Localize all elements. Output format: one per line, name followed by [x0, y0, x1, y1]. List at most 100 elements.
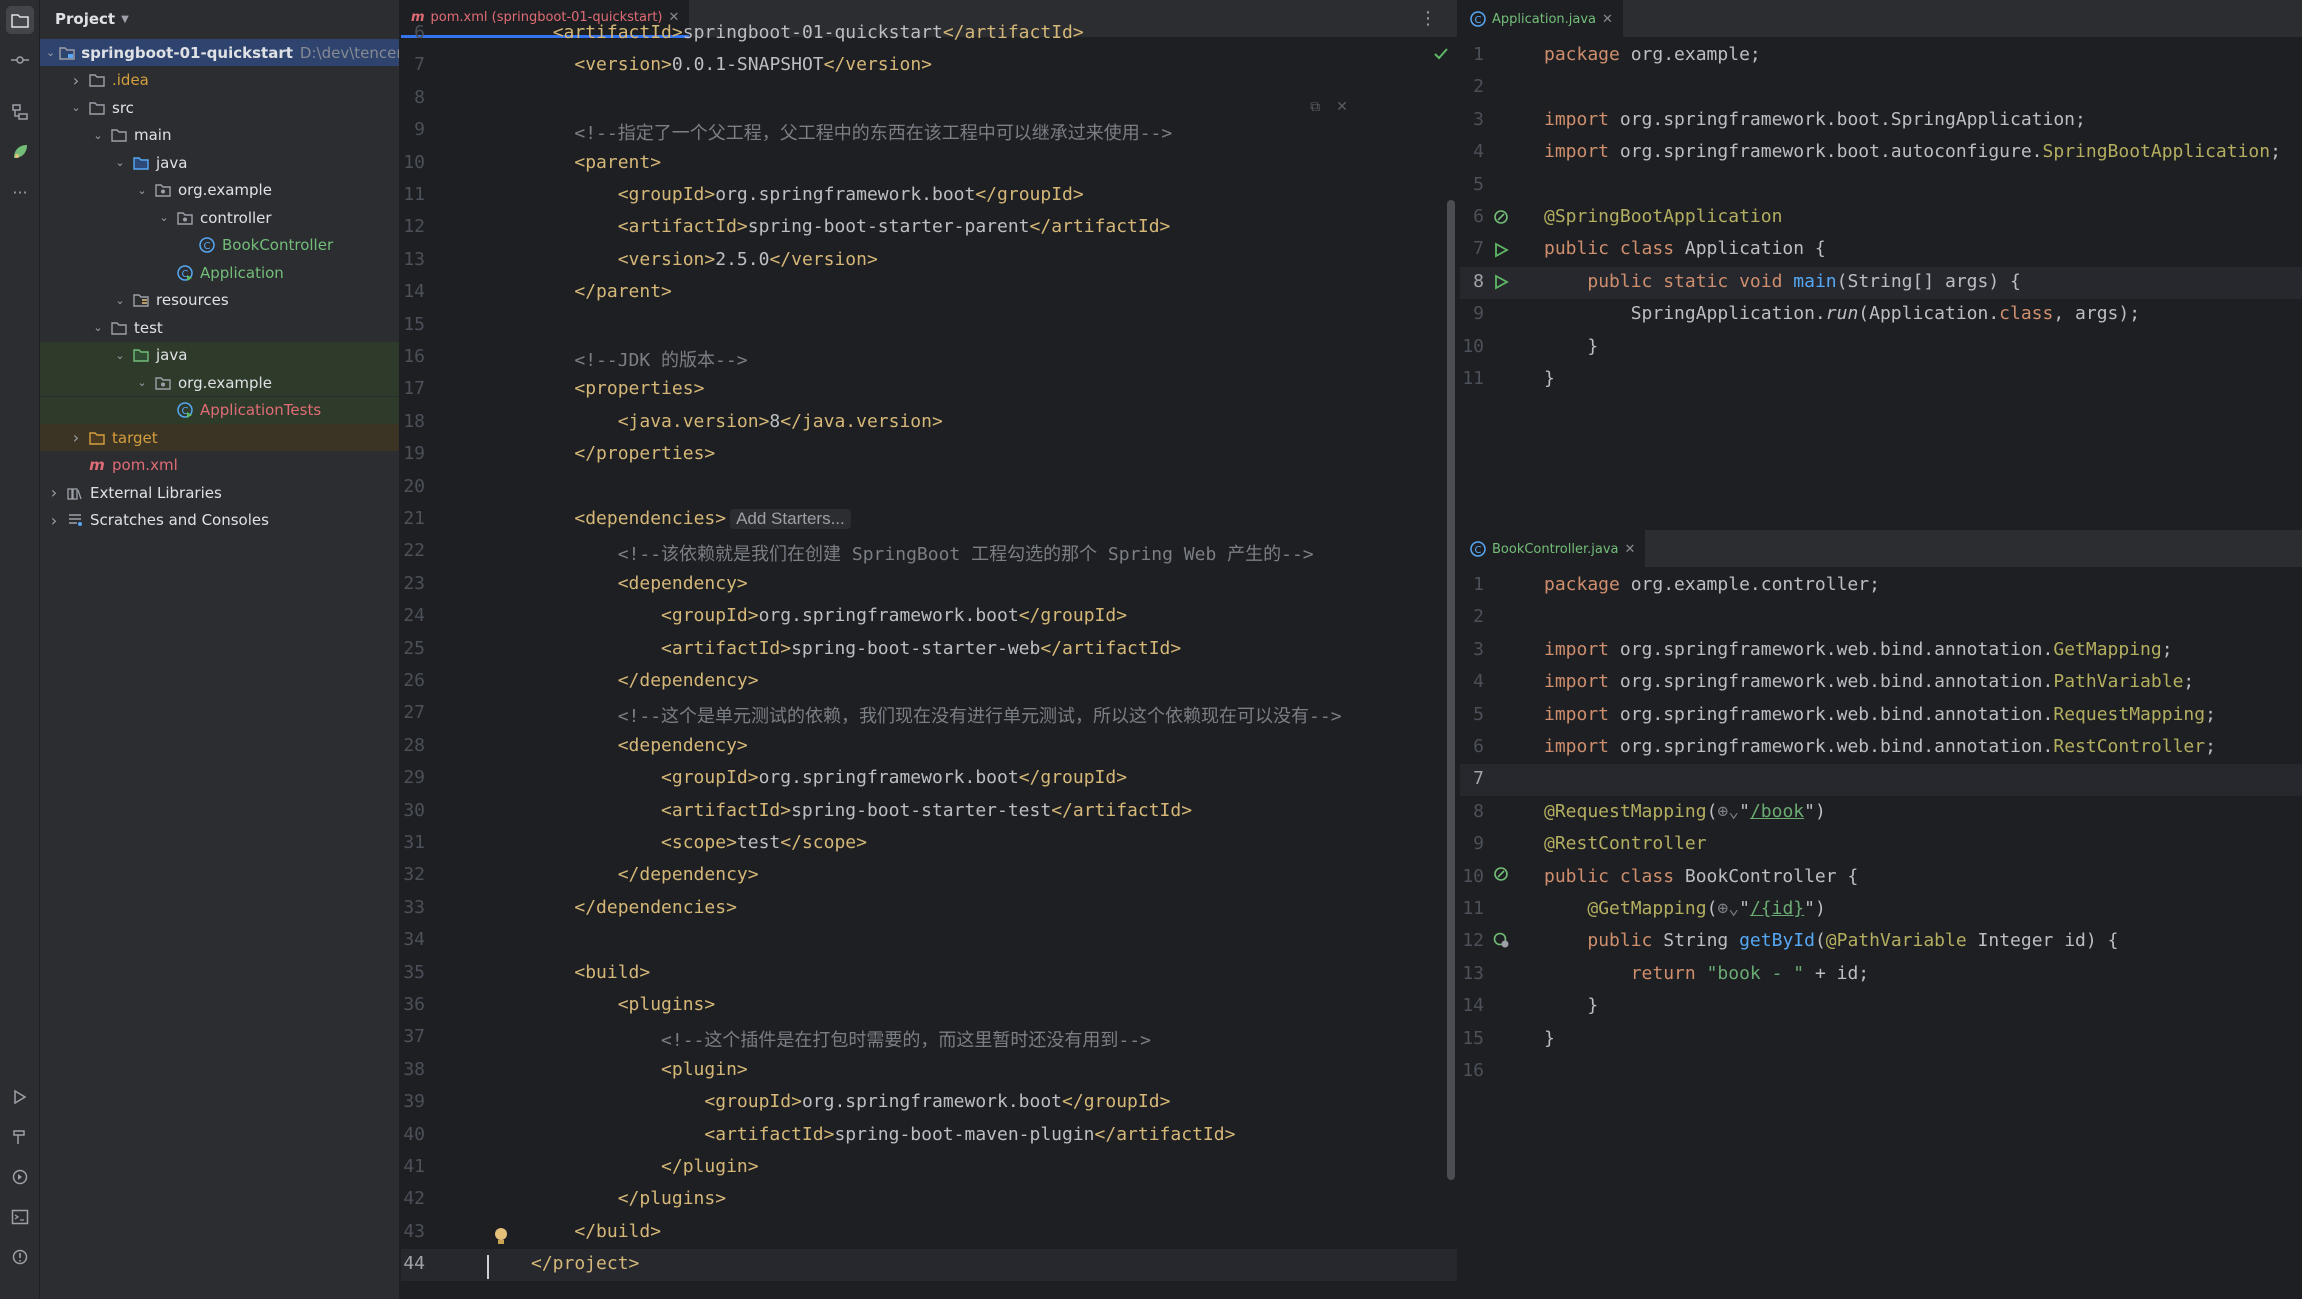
tree-item[interactable]: ⌄ org.example [40, 369, 399, 396]
tree-item[interactable]: › target [40, 424, 399, 451]
scratches-icon [66, 512, 84, 528]
problems-tool-button[interactable] [6, 1243, 34, 1271]
code-line: <scope>test</scope> [661, 832, 867, 853]
line-number: 42 [403, 1188, 425, 1210]
terminal-tool-button[interactable] [6, 1203, 34, 1231]
reader-mode-icon[interactable]: ⧉ [1310, 99, 1320, 115]
close-icon[interactable]: ✕ [1336, 99, 1348, 115]
run-icon[interactable] [1492, 273, 1510, 291]
tree-item[interactable]: ⌄ springboot-01-quickstart D:\dev\tencent [40, 39, 399, 66]
more-tools-button[interactable]: ··· [6, 178, 34, 206]
code-line: public static void main(String[] args) { [1587, 270, 2021, 292]
bookcontroller-editor-pane: C BookController.java ✕ package org.exam… [1460, 530, 2302, 1299]
line-number: 15 [403, 313, 425, 335]
spring-bean-icon[interactable] [1492, 208, 1510, 226]
code-line: </parent> [574, 281, 672, 303]
code-line: <plugins> [617, 994, 716, 1015]
project-panel-header[interactable]: Project ▼ [40, 0, 399, 38]
tree-item[interactable]: C Application [40, 259, 399, 286]
tab-application-java[interactable]: C Application.java ✕ [1460, 0, 1623, 38]
project-tool-button[interactable] [6, 6, 34, 34]
line-number: 2 [1473, 606, 1484, 628]
chevron-down-icon[interactable]: ⌄ [134, 184, 150, 197]
tree-item[interactable]: ⌄ test [40, 314, 399, 341]
tree-item-label: org.example [178, 373, 272, 392]
services-tool-button[interactable] [6, 1163, 34, 1191]
code-line: </plugins> [617, 1188, 727, 1210]
line-number: 1 [1473, 44, 1484, 65]
chevron-down-icon[interactable]: ⌄ [90, 321, 106, 334]
tree-item[interactable]: ⌄ controller [40, 204, 399, 231]
web-endpoint-icon[interactable] [1492, 931, 1510, 949]
code-line: import org.springframework.boot.autoconf… [1544, 141, 2281, 163]
tree-item[interactable]: C ApplicationTests [40, 396, 399, 424]
line-number: 25 [403, 637, 425, 659]
tab-bookcontroller-java[interactable]: C BookController.java ✕ [1460, 530, 1646, 568]
line-number: 14 [403, 281, 425, 303]
line-number: 28 [403, 734, 425, 756]
code-line: import org.springframework.web.bind.anno… [1544, 736, 2216, 757]
structure-tool-button[interactable] [6, 98, 34, 126]
line-number: 16 [403, 346, 425, 367]
chevron-right-icon[interactable]: › [68, 428, 84, 447]
tree-item[interactable]: ⌄ java [40, 341, 399, 369]
tree-item[interactable]: ⌄ org.example [40, 177, 399, 204]
tree-item[interactable]: ⌄ src [40, 94, 399, 121]
vertical-scrollbar[interactable] [1447, 200, 1455, 1180]
close-icon[interactable]: ✕ [1602, 12, 1613, 27]
tree-item-label: springboot-01-quickstart [81, 43, 293, 62]
tree-item[interactable]: ⌄ resources [40, 287, 399, 314]
check-icon [1434, 48, 1448, 60]
chevron-right-icon[interactable]: › [46, 483, 62, 502]
module-folder-icon [59, 45, 75, 61]
services-icon [12, 1169, 28, 1185]
chevron-right-icon[interactable]: › [68, 71, 84, 90]
chevron-down-icon[interactable]: ⌄ [68, 101, 84, 114]
code-line: <groupId>org.springframework.boot</group… [661, 767, 1128, 789]
code-line: import org.springframework.web.bind.anno… [1544, 638, 2173, 660]
lightbulb-icon[interactable] [493, 1227, 509, 1247]
chevron-down-icon[interactable]: ⌄ [90, 129, 106, 142]
code-line: <build> [574, 961, 651, 983]
tab-options-icon[interactable]: ⋮ [1419, 8, 1437, 29]
line-number: 9 [1473, 833, 1484, 855]
chevron-down-icon[interactable]: ⌄ [134, 376, 150, 389]
application-editor-pane: C Application.java ✕ package org.example… [1460, 0, 2302, 528]
run-tool-button[interactable] [6, 1083, 34, 1111]
chevron-right-icon[interactable]: › [46, 511, 62, 530]
close-icon[interactable]: ✕ [1624, 542, 1635, 557]
line-number: 13 [403, 248, 425, 270]
line-number: 24 [403, 605, 425, 627]
line-number: 10 [1462, 865, 1484, 887]
chevron-down-icon[interactable]: ⌄ [112, 156, 128, 169]
chevron-down-icon[interactable]: ⌄ [156, 211, 172, 224]
floating-toolbar[interactable]: ⧉ ✕ [1310, 96, 1348, 118]
tree-item[interactable]: ⌄ java [40, 149, 399, 176]
code-line: </dependency> [617, 670, 759, 691]
code-line: </dependency> [617, 864, 759, 886]
tree-item[interactable]: › Scratches and Consoles [40, 507, 399, 534]
code-line: <plugin> [661, 1058, 748, 1080]
chevron-down-icon[interactable]: ⌄ [112, 349, 128, 362]
chevron-down-icon[interactable]: ⌄ [112, 294, 128, 307]
line-number: 9 [1473, 303, 1484, 325]
line-number: 30 [403, 799, 425, 821]
tree-item[interactable]: m pom.xml [40, 452, 399, 479]
tree-item[interactable]: C BookController [40, 232, 399, 259]
code-line: <groupId>org.springframework.boot</group… [661, 605, 1128, 627]
tree-item[interactable]: › .idea [40, 67, 399, 94]
add-starters-button[interactable]: Add Starters... [730, 509, 851, 529]
line-number: 14 [1462, 995, 1484, 1017]
run-icon[interactable] [1492, 241, 1510, 259]
spring-tool-button[interactable] [6, 138, 34, 166]
line-number: 29 [403, 767, 425, 789]
line-number: 36 [403, 994, 425, 1015]
tree-item[interactable]: › External Libraries [40, 479, 399, 506]
tree-item-label: ApplicationTests [200, 401, 322, 419]
commit-tool-button[interactable] [6, 46, 34, 74]
build-tool-button[interactable] [6, 1123, 34, 1151]
spring-bean-icon[interactable] [1492, 865, 1510, 883]
chevron-down-icon[interactable]: ⌄ [46, 46, 55, 59]
code-line: <version>2.5.0</version> [617, 248, 878, 270]
tree-item[interactable]: ⌄ main [40, 122, 399, 149]
